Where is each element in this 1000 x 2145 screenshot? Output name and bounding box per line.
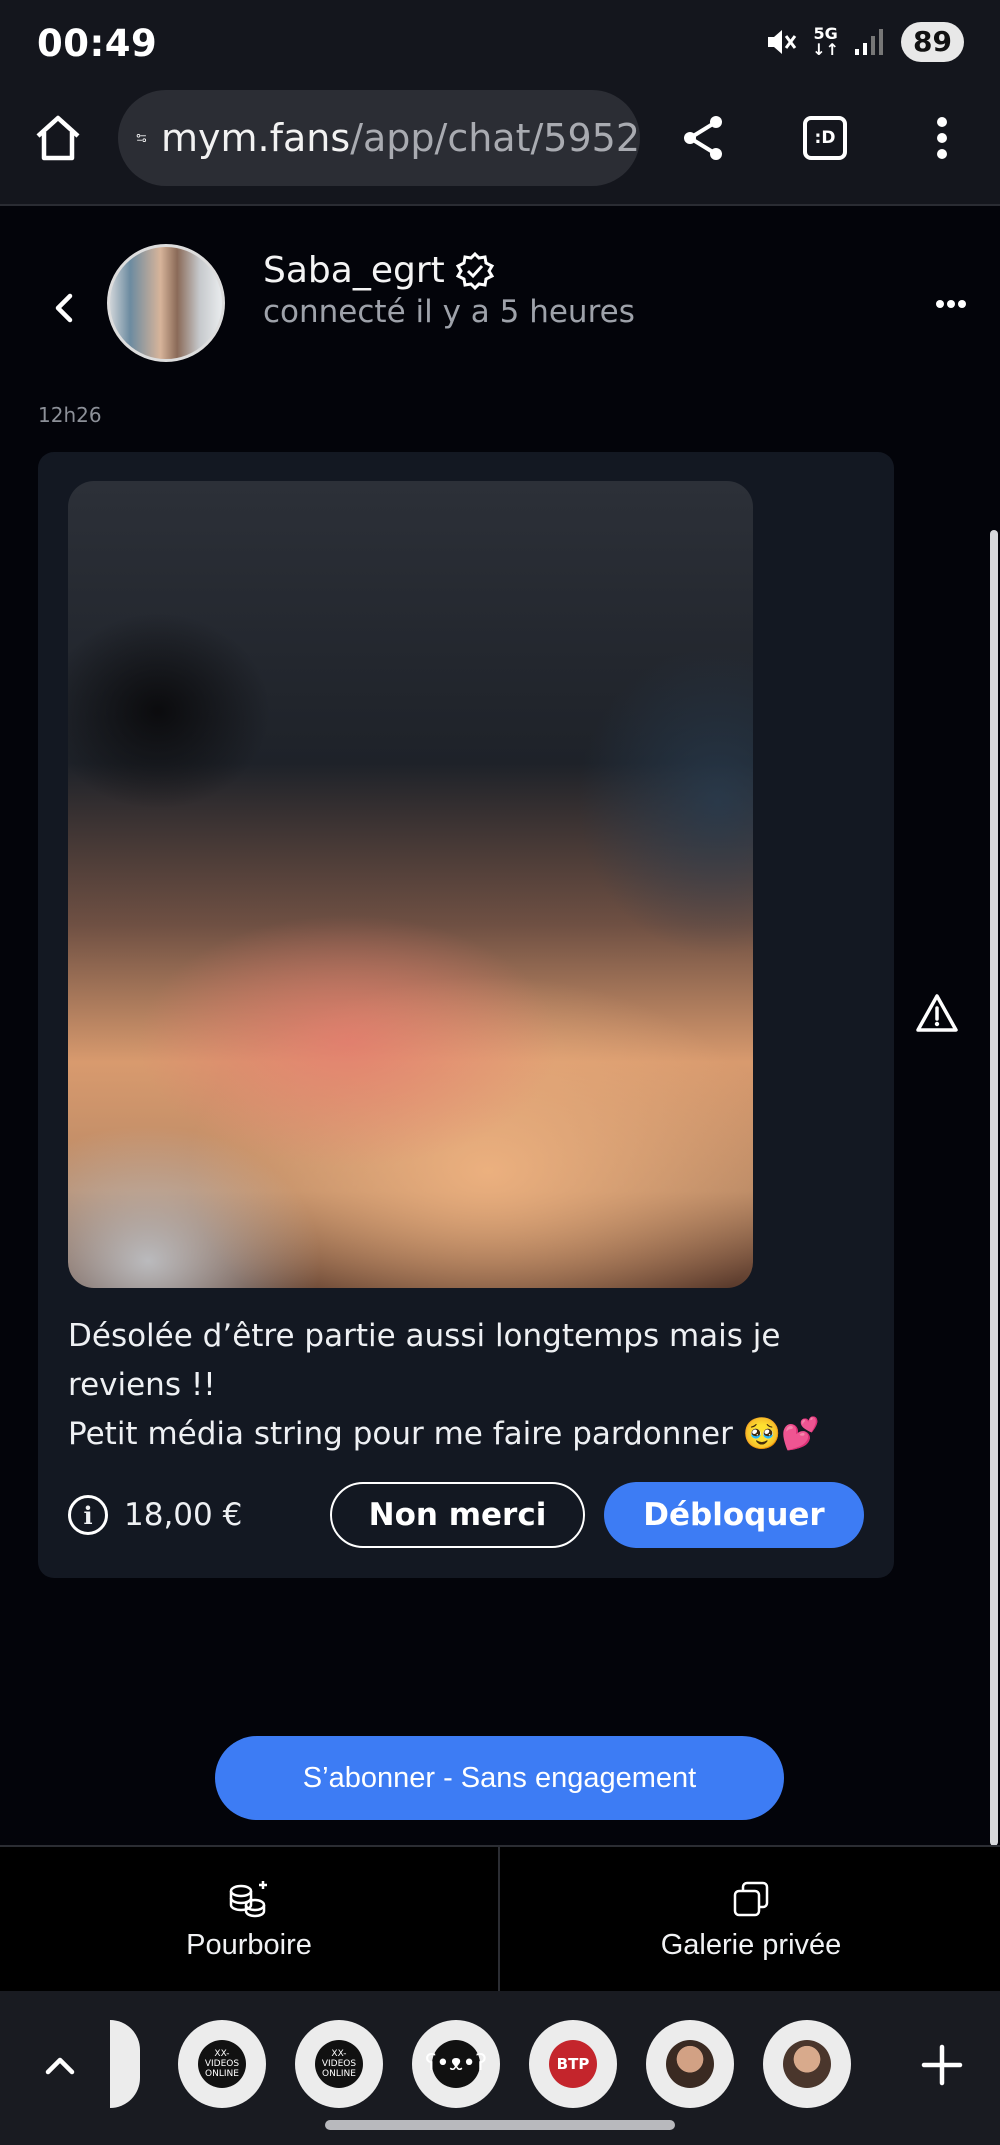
home-indicator[interactable] — [325, 2120, 675, 2130]
message-timestamp: 12h26 — [38, 403, 102, 427]
browser-toolbar: mym.fans/app/chat/5952 :D — [0, 88, 1000, 206]
tab-avatar — [783, 2040, 831, 2088]
message-line-1: Désolée d’être partie aussi longtemps ma… — [68, 1318, 781, 1403]
tab-item[interactable] — [646, 2020, 734, 2108]
signal-icon — [855, 29, 884, 55]
chat-action-bar: Pourboire Galerie privée — [0, 1845, 1000, 1993]
message-text: Désolée d’être partie aussi longtemps ma… — [68, 1312, 868, 1459]
bear-logo-icon: ʕ•ᴥ•ʔ — [425, 2040, 487, 2088]
info-icon[interactable]: i — [68, 1495, 108, 1535]
price-label: 18,00 € — [124, 1497, 243, 1533]
tab-item[interactable]: BTP — [529, 2020, 617, 2108]
status-icons: 5G ↓↑ 89 — [764, 22, 964, 62]
site-settings-icon[interactable] — [136, 118, 147, 158]
chat-header: Saba_egrt connecté il y a 5 heures — [0, 208, 1000, 398]
tab-item[interactable]: ʕ•ᴥ•ʔ — [412, 2020, 500, 2108]
tab-label: XX-VIDEOS ONLINE — [198, 2040, 246, 2088]
unlock-button[interactable]: Débloquer — [604, 1482, 864, 1548]
chat-username[interactable]: Saba_egrt — [263, 250, 495, 291]
battery-indicator: 89 — [901, 22, 964, 62]
clock: 00:49 — [37, 22, 158, 65]
last-seen-status: connecté il y a 5 heures — [263, 294, 635, 330]
decline-button[interactable]: Non merci — [330, 1482, 585, 1548]
mute-icon — [768, 30, 797, 54]
tip-label: Pourboire — [186, 1928, 312, 1961]
gallery-icon — [733, 1881, 769, 1916]
message-card: Désolée d’être partie aussi longtemps ma… — [38, 452, 894, 1578]
verified-badge-icon — [455, 251, 494, 290]
chevron-up-icon[interactable] — [40, 2046, 80, 2086]
private-gallery-button[interactable]: Galerie privée — [502, 1847, 1000, 1993]
tab-avatar — [666, 2040, 714, 2088]
url-host: mym.fans — [161, 116, 351, 160]
tab-partial[interactable] — [110, 2020, 140, 2108]
tab-item[interactable] — [763, 2020, 851, 2108]
status-bar: 00:49 5G ↓↑ 89 — [0, 0, 1000, 88]
tab-label: BTP — [549, 2040, 597, 2088]
url-text: mym.fans/app/chat/5952 — [161, 116, 640, 160]
price-info: i 18,00 € — [68, 1482, 242, 1548]
username-text: Saba_egrt — [263, 250, 445, 291]
tab-label: XX-VIDEOS ONLINE — [315, 2040, 363, 2088]
chat-options-icon[interactable] — [935, 298, 967, 310]
tab-item[interactable]: XX-VIDEOS ONLINE — [295, 2020, 383, 2108]
more-menu-icon[interactable] — [910, 106, 974, 170]
tab-item[interactable]: XX-VIDEOS ONLINE — [178, 2020, 266, 2108]
avatar[interactable] — [107, 244, 225, 362]
subscribe-button[interactable]: S’abonner - Sans engagement — [215, 1736, 784, 1820]
share-icon[interactable] — [672, 106, 736, 170]
message-line-2: Petit média string pour me faire pardonn… — [68, 1416, 820, 1452]
gallery-label: Galerie privée — [660, 1928, 842, 1961]
address-bar[interactable]: mym.fans/app/chat/5952 — [118, 90, 640, 186]
tab-switcher-icon[interactable]: :D — [793, 106, 857, 170]
tip-button[interactable]: Pourboire — [0, 1847, 500, 1993]
coins-icon — [229, 1880, 267, 1917]
blurred-locked-media[interactable] — [68, 481, 753, 1288]
new-tab-plus-icon[interactable] — [920, 2043, 964, 2087]
message-footer: i 18,00 € Non merci Débloquer — [68, 1482, 868, 1548]
warning-icon[interactable] — [915, 993, 959, 1033]
home-icon[interactable] — [26, 106, 90, 170]
url-path: /app/chat/5952 — [350, 116, 640, 160]
scrollbar[interactable] — [990, 530, 998, 1846]
back-chevron-icon[interactable] — [50, 290, 80, 326]
network-type-icon: 5G ↓↑ — [812, 24, 840, 59]
